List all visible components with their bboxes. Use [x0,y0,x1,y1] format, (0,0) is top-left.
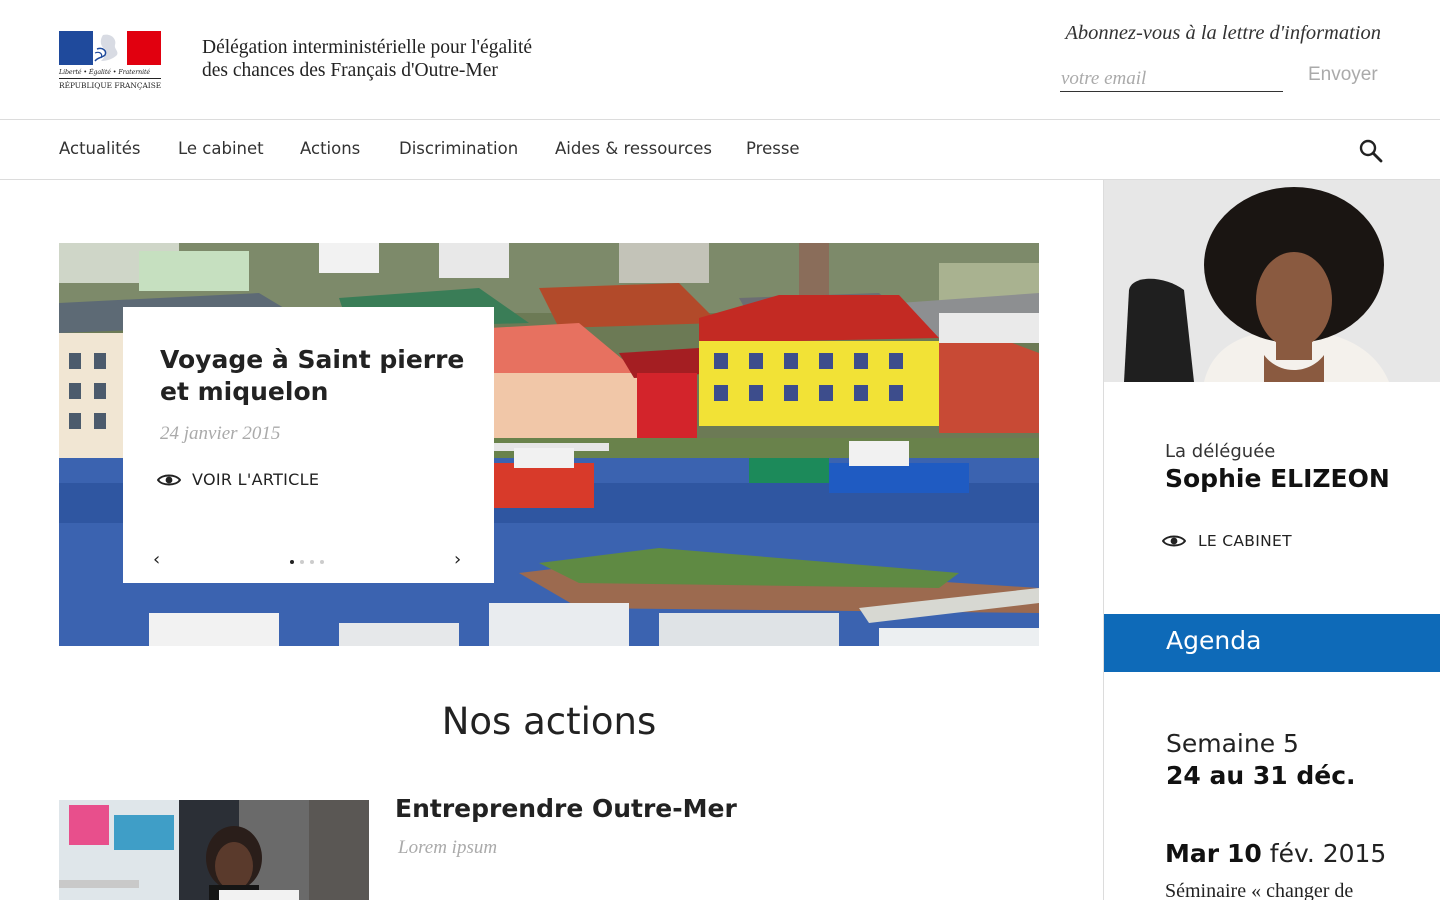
flag-icon [59,31,161,65]
site-title-line-2: des chances des Français d'Outre-Mer [202,60,498,81]
site-header: Liberté • Égalité • Fraternité RÉPUBLIQU… [0,0,1440,120]
view-article-label: VOIR L'ARTICLE [192,470,320,489]
logo-republic-text: RÉPUBLIQUE FRANÇAISE [59,81,162,90]
agenda-event-date: Mar 10 fév. 2015 [1165,839,1386,868]
logo-motto: Liberté • Égalité • Fraternité [59,69,151,76]
portrait-photo [1104,180,1440,382]
republique-francaise-logo[interactable]: Liberté • Égalité • Fraternité RÉPUBLIQU… [59,31,161,91]
carousel-dot[interactable] [300,560,304,564]
le-cabinet-label: LE CABINET [1198,532,1292,550]
eye-icon [1162,535,1186,547]
carousel-prev-button[interactable]: ‹ [153,551,160,569]
carousel-slide-date: 24 janvier 2015 [160,423,281,444]
nav-item-actualites[interactable]: Actualités [59,139,141,158]
nav-item-actions[interactable]: Actions [300,139,360,158]
logo-divider [59,78,161,79]
action-title[interactable]: Entreprendre Outre-Mer [395,794,737,823]
event-month-year: fév. 2015 [1269,839,1387,868]
view-article-link[interactable]: VOIR L'ARTICLE [157,470,319,489]
eye-icon [157,474,181,485]
main-nav: Actualités Le cabinet Actions Discrimina… [0,120,1440,180]
carousel-dot[interactable] [310,560,314,564]
agenda-week: Semaine 5 [1166,729,1299,758]
delegate-name: Sophie ELIZEON [1165,464,1390,493]
nav-item-le-cabinet[interactable]: Le cabinet [178,139,264,158]
nav-item-presse[interactable]: Presse [746,139,800,158]
action-photo [59,800,369,900]
site-title-line-1: Délégation interministérielle pour l'éga… [202,37,533,58]
le-cabinet-link[interactable]: LE CABINET [1162,532,1292,550]
delegate-role: La déléguée [1165,441,1276,462]
action-thumbnail[interactable] [59,800,369,900]
event-day: 10 [1227,839,1262,868]
event-weekday: Mar [1165,839,1220,868]
carousel-dots [290,560,324,564]
action-subtitle: Lorem ipsum [398,837,498,858]
carousel-dot[interactable] [290,560,294,564]
carousel-next-button[interactable]: › [454,551,461,569]
delegate-portrait [1104,180,1440,382]
actions-section-title: Nos actions [441,700,657,743]
carousel-dot[interactable] [320,560,324,564]
newsletter-send-button[interactable]: Envoyer [1308,64,1378,86]
agenda-week-range: 24 au 31 déc. [1166,761,1356,790]
nav-item-aides-ressources[interactable]: Aides & ressources [555,139,712,158]
carousel-card: Voyage à Saint pierre et miquelon 24 jan… [123,307,494,583]
sidebar: La déléguée Sophie ELIZEON LE CABINET Ag… [1103,180,1440,900]
search-icon[interactable] [1358,138,1384,164]
agenda-header[interactable]: Agenda [1104,614,1440,672]
newsletter-label: Abonnez-vous à la lettre d'information [1065,22,1381,44]
newsletter-email-input[interactable] [1060,62,1283,92]
agenda-title: Agenda [1166,626,1262,655]
agenda-event-text[interactable]: Séminaire « changer de [1165,880,1353,900]
site-title[interactable]: Délégation interministérielle pour l'éga… [202,36,602,82]
nav-item-discrimination[interactable]: Discrimination [399,139,518,158]
marianne-icon [94,34,118,62]
carousel-slide-title[interactable]: Voyage à Saint pierre et miquelon [160,344,470,408]
